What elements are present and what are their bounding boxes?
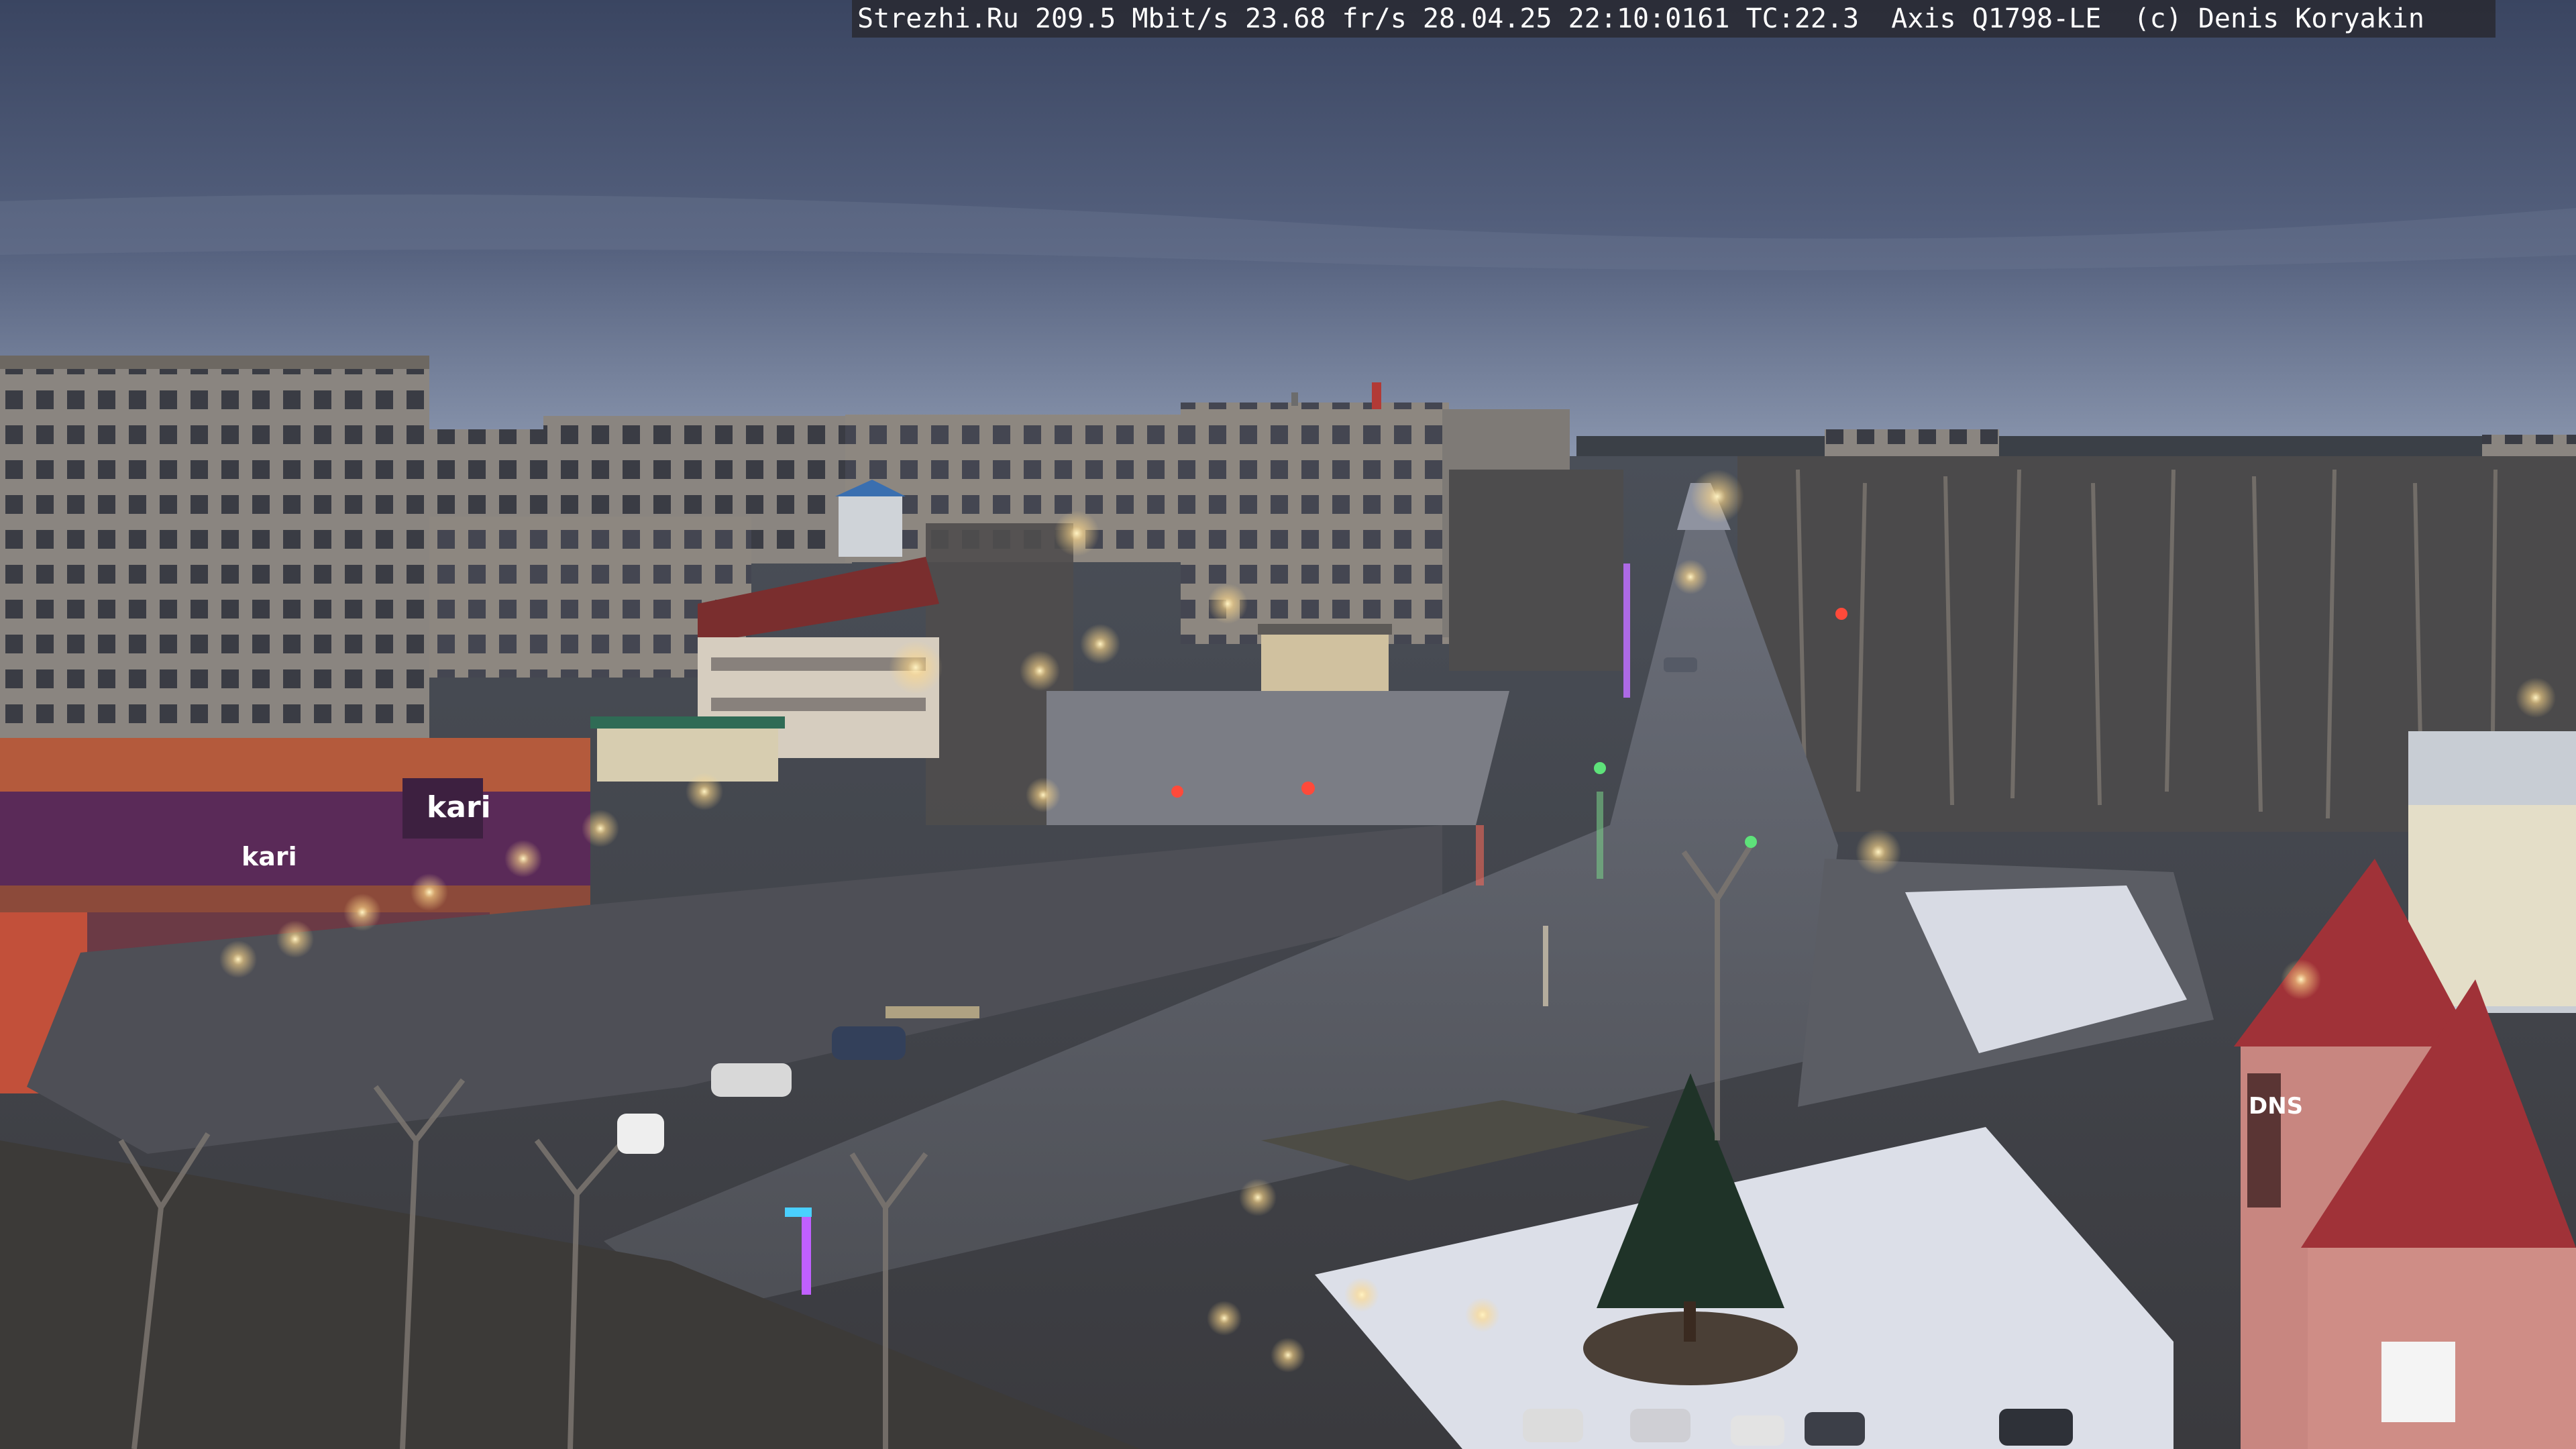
dns-sign: DNS [2249, 1093, 2303, 1120]
camera-overlay-text: Strezhi.Ru 209.5 Mbit/s 23.68 fr/s 28.04… [852, 0, 2496, 38]
green-roof-shop [597, 721, 778, 782]
left-apartment-block [0, 356, 429, 805]
central-plaza [1046, 691, 1509, 825]
shop-sign-kari: kari [427, 790, 491, 824]
blue-roof-tower [839, 496, 902, 557]
city-scene: kari kari DNS [0, 0, 2576, 1449]
camera-frame: kari kari DNS Strezhi.Ru 209.5 Mbit/s 23… [0, 0, 2576, 1449]
shop-sign-kari-small: kari [241, 842, 297, 871]
plaza-kiosk [1261, 631, 1389, 691]
